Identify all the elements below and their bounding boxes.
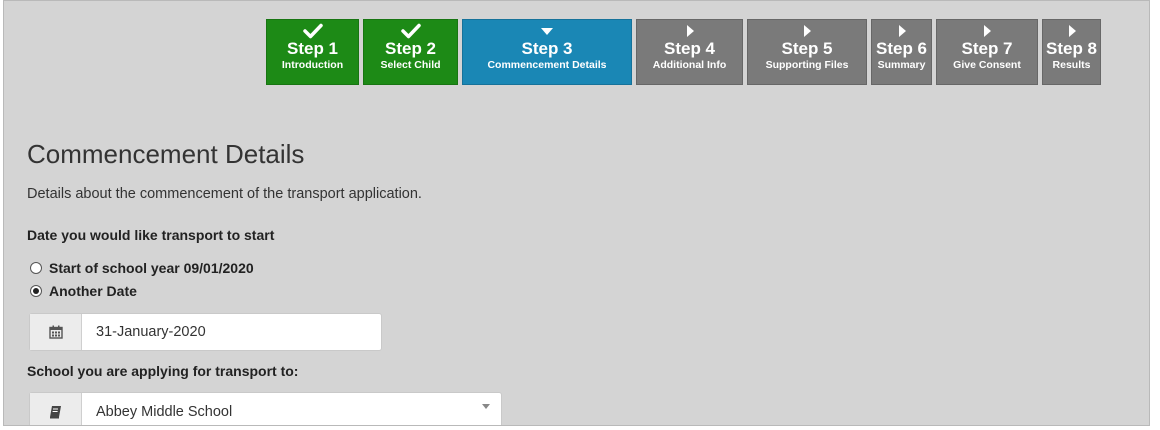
start-of-school-year-radio[interactable]: Start of school year 09/01/2020 [30, 260, 254, 276]
step-6-summary[interactable]: Step 6 Summary [871, 19, 932, 85]
application-panel: Step 1 Introduction Step 2 Select Child … [3, 0, 1150, 426]
step-4-additional-info[interactable]: Step 4 Additional Info [636, 19, 743, 85]
step-1-introduction[interactable]: Step 1 Introduction [266, 19, 359, 85]
step-subtitle: Summary [877, 59, 926, 71]
step-subtitle: Select Child [380, 59, 441, 71]
step-5-supporting-files[interactable]: Step 5 Supporting Files [747, 19, 867, 85]
step-8-results[interactable]: Step 8 Results [1042, 19, 1101, 85]
step-7-give-consent[interactable]: Step 7 Give Consent [936, 19, 1038, 85]
school-selected-value[interactable]: Abbey Middle School [82, 393, 501, 425]
caret-right-icon [1043, 23, 1100, 39]
step-title: Step 1 [286, 39, 339, 58]
another-date-radio[interactable]: Another Date [30, 283, 137, 299]
caret-right-icon [937, 23, 1037, 39]
radio-label: Start of school year 09/01/2020 [49, 260, 254, 276]
radio-button[interactable] [30, 262, 42, 274]
caret-down-icon [463, 23, 631, 39]
step-subtitle: Supporting Files [765, 59, 849, 71]
school-name: Abbey Middle School [96, 404, 233, 420]
step-title: Step 7 [961, 39, 1013, 58]
radio-selected-dot [33, 288, 39, 294]
school-label: School you are applying for transport to… [27, 363, 299, 379]
chevron-down-icon[interactable] [482, 404, 490, 409]
check-icon [267, 23, 358, 39]
caret-right-icon [748, 23, 866, 39]
step-subtitle: Additional Info [652, 59, 727, 71]
step-2-select-child[interactable]: Step 2 Select Child [363, 19, 458, 85]
step-3-commencement-details[interactable]: Step 3 Commencement Details [462, 19, 632, 85]
step-title: Step 8 [1045, 39, 1098, 58]
step-subtitle: Introduction [281, 59, 344, 71]
caret-right-icon [872, 23, 931, 39]
book-icon [30, 393, 82, 425]
caret-right-icon [637, 23, 742, 39]
check-icon [364, 23, 457, 39]
calendar-icon[interactable] [30, 314, 82, 350]
step-subtitle: Results [1052, 59, 1091, 71]
page-title: Commencement Details [27, 139, 305, 169]
step-title: Step 6 [875, 39, 928, 58]
radio-label: Another Date [49, 283, 137, 299]
step-title: Step 2 [384, 39, 437, 58]
step-subtitle: Commencement Details [487, 59, 607, 71]
school-select[interactable]: Abbey Middle School [29, 392, 502, 425]
date-value[interactable]: 31-January-2020 [82, 314, 381, 350]
date-picker-input[interactable]: 31-January-2020 [29, 313, 382, 351]
page-description: Details about the commencement of the tr… [27, 186, 422, 202]
radio-button[interactable] [30, 285, 42, 297]
step-subtitle: Give Consent [953, 59, 1021, 71]
start-date-label: Date you would like transport to start [27, 227, 275, 243]
step-title: Step 5 [781, 39, 833, 58]
step-title: Step 3 [521, 39, 573, 58]
step-title: Step 4 [663, 39, 716, 58]
